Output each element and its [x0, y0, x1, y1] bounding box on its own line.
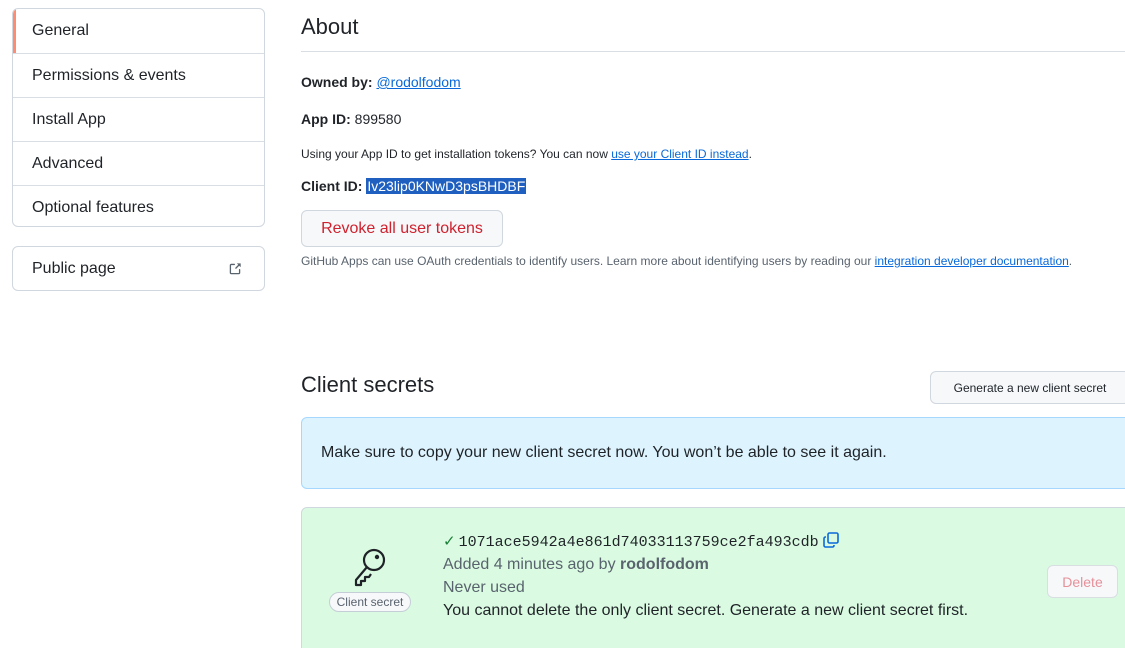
sidebar-item-label: Public page — [32, 259, 116, 277]
secret-added-text: Added 4 minutes ago by — [443, 556, 621, 573]
client-id-hint-text: Using your App ID to get installation to… — [301, 147, 612, 161]
key-icon — [354, 548, 386, 587]
owned-by-label: Owned by: — [301, 74, 373, 90]
secret-value-row: ✓ 1071ace5942a4e861d74033113759ce2fa493cd… — [443, 530, 968, 553]
external-link-icon — [229, 262, 241, 274]
client-id-hint: Using your App ID to get installation to… — [301, 147, 752, 161]
app-id-label: App ID: — [301, 111, 351, 127]
revoke-user-tokens-button[interactable]: Revoke all user tokens — [301, 210, 503, 247]
sidebar-item-label: Permissions & events — [32, 66, 186, 84]
client-secret-item: Client secret ✓ 1071ace5942a4e861d7403311… — [301, 507, 1125, 648]
copy-icon[interactable] — [822, 531, 840, 549]
owned-by-row: Owned by: @rodolfodom — [301, 74, 461, 90]
sidebar-item-advanced[interactable]: Advanced — [13, 141, 264, 185]
sidebar-item-label: Install App — [32, 110, 106, 128]
client-id-row: Client ID: Iv23lip0KNwD3psBHDBF — [301, 178, 527, 194]
secret-warning: You cannot delete the only client secret… — [443, 602, 969, 619]
flash-notice: Make sure to copy your new client secret… — [301, 417, 1125, 489]
secret-added-row: Added 4 minutes ago by rodolfodom — [443, 553, 968, 576]
delete-secret-button[interactable]: Delete — [1047, 565, 1118, 598]
flash-message: Make sure to copy your new client secret… — [321, 444, 887, 461]
app-id-row: App ID: 899580 — [301, 111, 401, 127]
secret-value: 1071ace5942a4e861d74033113759ce2fa493cdb — [458, 534, 819, 551]
client-secrets-heading: Client secrets — [301, 372, 435, 397]
client-id-hint-suffix: . — [748, 147, 752, 161]
sidebar-item-optional-features[interactable]: Optional features — [13, 185, 264, 226]
use-client-id-link[interactable]: use your Client ID instead — [611, 147, 748, 161]
generate-client-secret-button[interactable]: Generate a new client secret — [930, 371, 1125, 404]
sidebar-item-label: Advanced — [32, 154, 104, 172]
settings-sidebar: General Permissions & events Install App… — [12, 8, 265, 227]
client-secret-details: ✓ 1071ace5942a4e861d74033113759ce2fa493cd… — [443, 530, 968, 622]
sidebar-item-permissions[interactable]: Permissions & events — [13, 53, 264, 97]
secret-added-by: rodolfodom — [620, 556, 709, 573]
sidebar-item-label: Optional features — [32, 198, 154, 216]
sidebar-item-install-app[interactable]: Install App — [13, 97, 264, 141]
integration-docs-link[interactable]: integration developer documentation — [875, 254, 1069, 268]
sidebar-item-label: General — [32, 22, 89, 39]
client-secret-label: Client secret — [328, 592, 412, 612]
about-heading: About — [301, 14, 359, 39]
client-id-label: Client ID: — [301, 178, 363, 194]
sidebar-item-public-page[interactable]: Public page — [12, 246, 265, 291]
app-id-value: 899580 — [354, 111, 402, 127]
divider — [301, 51, 1125, 52]
check-icon: ✓ — [443, 533, 456, 550]
client-id-value[interactable]: Iv23lip0KNwD3psBHDBF — [366, 178, 527, 194]
secret-usage: Never used — [443, 579, 525, 596]
oauth-note-text: GitHub Apps can use OAuth credentials to… — [301, 254, 875, 268]
client-secret-badge: Client secret — [322, 546, 418, 612]
oauth-note: GitHub Apps can use OAuth credentials to… — [301, 252, 1101, 271]
sidebar-item-general[interactable]: General — [13, 9, 264, 53]
owner-link[interactable]: @rodolfodom — [376, 74, 460, 90]
oauth-note-suffix: . — [1068, 254, 1073, 268]
